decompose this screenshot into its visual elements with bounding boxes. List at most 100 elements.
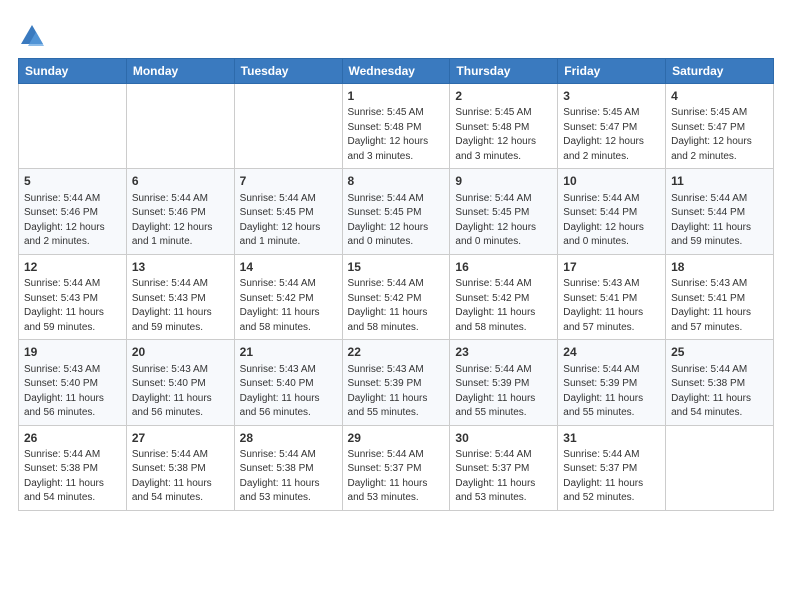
day-cell-7: 7Sunrise: 5:44 AMSunset: 5:45 PMDaylight… <box>234 169 342 254</box>
logo-icon <box>18 22 46 50</box>
day-cell-10: 10Sunrise: 5:44 AMSunset: 5:44 PMDayligh… <box>558 169 666 254</box>
day-cell-23: 23Sunrise: 5:44 AMSunset: 5:39 PMDayligh… <box>450 340 558 425</box>
day-number: 17 <box>563 259 660 276</box>
calendar-page: SundayMondayTuesdayWednesdayThursdayFrid… <box>0 0 792 521</box>
day-info: Sunrise: 5:44 AMSunset: 5:39 PMDaylight:… <box>563 363 660 421</box>
day-info: Sunrise: 5:44 AMSunset: 5:45 PMDaylight:… <box>348 192 445 250</box>
weekday-wednesday: Wednesday <box>342 59 450 84</box>
week-row-0: 1Sunrise: 5:45 AMSunset: 5:48 PMDaylight… <box>19 84 774 169</box>
day-number: 21 <box>240 344 337 361</box>
day-info: Sunrise: 5:44 AMSunset: 5:38 PMDaylight:… <box>24 448 121 506</box>
weekday-tuesday: Tuesday <box>234 59 342 84</box>
day-cell-25: 25Sunrise: 5:44 AMSunset: 5:38 PMDayligh… <box>666 340 774 425</box>
day-number: 16 <box>455 259 552 276</box>
day-cell-29: 29Sunrise: 5:44 AMSunset: 5:37 PMDayligh… <box>342 425 450 510</box>
day-number: 20 <box>132 344 229 361</box>
day-cell-24: 24 Sunrise: 5:44 AMSunset: 5:39 PMDayligh… <box>558 340 666 425</box>
weekday-friday: Friday <box>558 59 666 84</box>
day-info: Sunrise: 5:44 AMSunset: 5:43 PMDaylight:… <box>24 277 121 335</box>
empty-cell <box>666 425 774 510</box>
day-info: Sunrise: 5:43 AMSunset: 5:40 PMDaylight:… <box>132 363 229 421</box>
day-cell-5: 5 Sunrise: 5:44 AMSunset: 5:46 PMDaylight… <box>19 169 127 254</box>
day-info: Sunrise: 5:44 AMSunset: 5:38 PMDaylight:… <box>240 448 337 506</box>
day-number: 3 <box>563 88 660 105</box>
day-info: Sunrise: 5:44 AMSunset: 5:46 PMDaylight:… <box>24 192 121 250</box>
day-number: 26 <box>24 430 121 447</box>
day-cell-30: 30Sunrise: 5:44 AMSunset: 5:37 PMDayligh… <box>450 425 558 510</box>
day-number: 15 <box>348 259 445 276</box>
day-number: 4 <box>671 88 768 105</box>
day-number: 30 <box>455 430 552 447</box>
day-number: 11 <box>671 173 768 190</box>
day-cell-11: 11 Sunrise: 5:44 AMSunset: 5:44 PMDayligh… <box>666 169 774 254</box>
day-number: 13 <box>132 259 229 276</box>
day-info: Sunrise: 5:44 AMSunset: 5:42 PMDaylight:… <box>348 277 445 335</box>
calendar-table: SundayMondayTuesdayWednesdayThursdayFrid… <box>18 58 774 511</box>
day-cell-2: 2Sunrise: 5:45 AMSunset: 5:48 PMDaylight… <box>450 84 558 169</box>
day-info: Sunrise: 5:44 AMSunset: 5:37 PMDaylight:… <box>563 448 660 506</box>
day-cell-15: 15Sunrise: 5:44 AMSunset: 5:42 PMDayligh… <box>342 254 450 339</box>
day-number: 7 <box>240 173 337 190</box>
day-info: Sunrise: 5:45 AMSunset: 5:48 PMDaylight:… <box>348 106 445 164</box>
day-number: 19 <box>24 344 121 361</box>
day-cell-22: 22Sunrise: 5:43 AMSunset: 5:39 PMDayligh… <box>342 340 450 425</box>
day-number: 5 <box>24 173 121 190</box>
week-row-4: 26Sunrise: 5:44 AMSunset: 5:38 PMDayligh… <box>19 425 774 510</box>
day-cell-12: 12Sunrise: 5:44 AMSunset: 5:43 PMDayligh… <box>19 254 127 339</box>
day-cell-4: 4Sunrise: 5:45 AMSunset: 5:47 PMDaylight… <box>666 84 774 169</box>
day-cell-28: 28Sunrise: 5:44 AMSunset: 5:38 PMDayligh… <box>234 425 342 510</box>
day-cell-17: 17Sunrise: 5:43 AMSunset: 5:41 PMDayligh… <box>558 254 666 339</box>
day-cell-31: 31Sunrise: 5:44 AMSunset: 5:37 PMDayligh… <box>558 425 666 510</box>
day-number: 18 <box>671 259 768 276</box>
weekday-monday: Monday <box>126 59 234 84</box>
day-cell-6: 6Sunrise: 5:44 AMSunset: 5:46 PMDaylight… <box>126 169 234 254</box>
day-cell-16: 16Sunrise: 5:44 AMSunset: 5:42 PMDayligh… <box>450 254 558 339</box>
day-info: Sunrise: 5:44 AMSunset: 5:45 PMDaylight:… <box>455 192 552 250</box>
weekday-sunday: Sunday <box>19 59 127 84</box>
empty-cell <box>126 84 234 169</box>
day-number: 28 <box>240 430 337 447</box>
day-info: Sunrise: 5:45 AMSunset: 5:48 PMDaylight:… <box>455 106 552 164</box>
weekday-thursday: Thursday <box>450 59 558 84</box>
week-row-2: 12Sunrise: 5:44 AMSunset: 5:43 PMDayligh… <box>19 254 774 339</box>
day-number: 25 <box>671 344 768 361</box>
logo <box>18 22 48 50</box>
day-info: Sunrise: 5:44 AMSunset: 5:42 PMDaylight:… <box>455 277 552 335</box>
day-info: Sunrise: 5:45 AMSunset: 5:47 PMDaylight:… <box>563 106 660 164</box>
day-number: 22 <box>348 344 445 361</box>
day-info: Sunrise: 5:44 AMSunset: 5:39 PMDaylight:… <box>455 363 552 421</box>
day-info: Sunrise: 5:43 AMSunset: 5:40 PMDaylight:… <box>24 363 121 421</box>
header <box>18 18 774 50</box>
day-cell-13: 13Sunrise: 5:44 AMSunset: 5:43 PMDayligh… <box>126 254 234 339</box>
day-number: 31 <box>563 430 660 447</box>
day-info: Sunrise: 5:44 AMSunset: 5:38 PMDaylight:… <box>132 448 229 506</box>
day-number: 29 <box>348 430 445 447</box>
day-number: 8 <box>348 173 445 190</box>
day-cell-14: 14Sunrise: 5:44 AMSunset: 5:42 PMDayligh… <box>234 254 342 339</box>
day-cell-8: 8 Sunrise: 5:44 AMSunset: 5:45 PMDaylight… <box>342 169 450 254</box>
day-info: Sunrise: 5:44 AMSunset: 5:44 PMDaylight:… <box>671 192 768 250</box>
day-info: Sunrise: 5:43 AMSunset: 5:41 PMDaylight:… <box>563 277 660 335</box>
day-cell-3: 3Sunrise: 5:45 AMSunset: 5:47 PMDaylight… <box>558 84 666 169</box>
weekday-saturday: Saturday <box>666 59 774 84</box>
day-info: Sunrise: 5:44 AMSunset: 5:43 PMDaylight:… <box>132 277 229 335</box>
day-cell-21: 21 Sunrise: 5:43 AMSunset: 5:40 PMDayligh… <box>234 340 342 425</box>
weekday-header-row: SundayMondayTuesdayWednesdayThursdayFrid… <box>19 59 774 84</box>
day-info: Sunrise: 5:44 AMSunset: 5:46 PMDaylight:… <box>132 192 229 250</box>
day-number: 2 <box>455 88 552 105</box>
day-cell-20: 20 Sunrise: 5:43 AMSunset: 5:40 PMDayligh… <box>126 340 234 425</box>
day-cell-18: 18Sunrise: 5:43 AMSunset: 5:41 PMDayligh… <box>666 254 774 339</box>
day-cell-1: 1Sunrise: 5:45 AMSunset: 5:48 PMDaylight… <box>342 84 450 169</box>
day-info: Sunrise: 5:43 AMSunset: 5:40 PMDaylight:… <box>240 363 337 421</box>
empty-cell <box>19 84 127 169</box>
day-cell-9: 9 Sunrise: 5:44 AMSunset: 5:45 PMDaylight… <box>450 169 558 254</box>
empty-cell <box>234 84 342 169</box>
week-row-1: 5 Sunrise: 5:44 AMSunset: 5:46 PMDaylight… <box>19 169 774 254</box>
day-number: 24 <box>563 344 660 361</box>
day-cell-26: 26Sunrise: 5:44 AMSunset: 5:38 PMDayligh… <box>19 425 127 510</box>
day-number: 9 <box>455 173 552 190</box>
day-number: 14 <box>240 259 337 276</box>
day-info: Sunrise: 5:44 AMSunset: 5:37 PMDaylight:… <box>348 448 445 506</box>
day-number: 27 <box>132 430 229 447</box>
day-info: Sunrise: 5:44 AMSunset: 5:42 PMDaylight:… <box>240 277 337 335</box>
